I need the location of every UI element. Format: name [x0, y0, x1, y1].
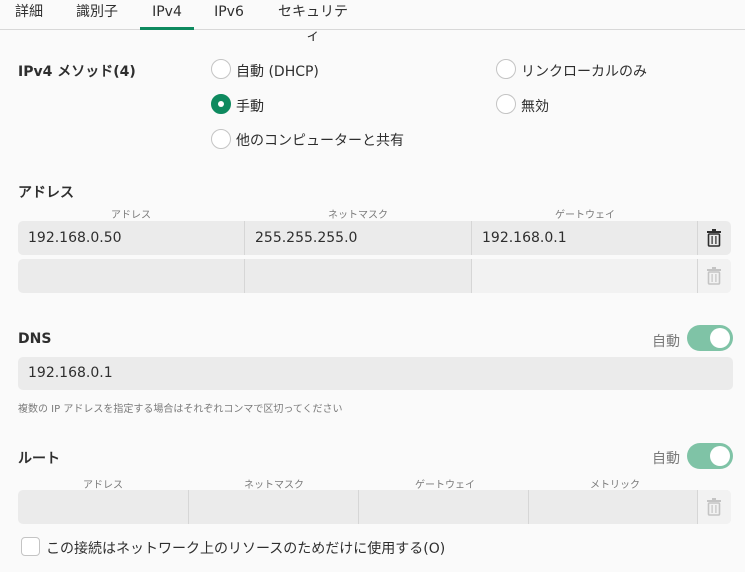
radio-shared-label: 他のコンピューターと共有 [236, 133, 404, 149]
route-netmask-input[interactable] [189, 490, 359, 524]
radio-disabled[interactable] [496, 94, 516, 114]
tab-ipv4[interactable]: IPv4 [140, 0, 194, 30]
address-row-empty [18, 259, 731, 293]
radio-manual-label: 手動 [236, 99, 264, 115]
tab-security[interactable]: セキュリティ [274, 0, 352, 44]
address-col-gateway: ゲートウェイ [555, 210, 615, 221]
radio-dhcp-label: 自動 (DHCP) [236, 64, 319, 80]
only-local-checkbox[interactable] [21, 537, 40, 556]
radio-manual[interactable] [211, 94, 231, 114]
route-col-address: アドレス [83, 480, 123, 491]
address-col-netmask: ネットマスク [328, 210, 388, 221]
radio-link-local-label: リンクローカルのみ [521, 64, 647, 80]
radio-shared[interactable] [211, 129, 231, 149]
routes-auto-label: 自動 [652, 451, 680, 467]
route-gateway-input[interactable] [359, 490, 529, 524]
dns-input[interactable]: 192.168.0.1 [18, 357, 733, 390]
ipv4-method-title: IPv4 メソッド(4) [18, 64, 136, 80]
radio-disabled-label: 無効 [521, 99, 549, 115]
gateway-input-empty[interactable] [472, 259, 698, 293]
only-local-label: この接続はネットワーク上のリソースのためだけに使用する(O) [46, 541, 446, 557]
dns-auto-switch[interactable] [687, 325, 733, 351]
radio-link-local[interactable] [496, 59, 516, 79]
trash-icon[interactable] [706, 229, 722, 247]
address-input-empty[interactable] [18, 259, 245, 293]
netmask-input-empty[interactable] [245, 259, 472, 293]
netmask-input[interactable]: 255.255.255.0 [245, 221, 472, 255]
trash-icon [707, 267, 721, 285]
route-address-input[interactable] [18, 490, 189, 524]
route-col-netmask: ネットマスク [244, 480, 304, 491]
routes-auto-switch[interactable] [687, 443, 733, 469]
address-title: アドレス [18, 185, 74, 201]
route-metric-input[interactable] [529, 490, 698, 524]
dns-auto-label: 自動 [652, 334, 680, 350]
tab-identity[interactable]: 識別子 [72, 0, 122, 30]
address-col-address: アドレス [111, 210, 151, 221]
dns-title: DNS [18, 331, 52, 347]
route-col-metric: メトリック [590, 480, 640, 491]
gateway-input[interactable]: 192.168.0.1 [472, 221, 698, 255]
address-input[interactable]: 192.168.0.50 [18, 221, 245, 255]
routes-title: ルート [18, 451, 60, 467]
route-row [18, 490, 731, 524]
tab-details[interactable]: 詳細 [12, 0, 46, 30]
tab-bar: 詳細 識別子 IPv4 IPv6 セキュリティ [0, 0, 745, 44]
trash-icon [707, 498, 721, 516]
address-row: 192.168.0.50 255.255.255.0 192.168.0.1 [18, 221, 731, 255]
dns-hint: 複数の IP アドレスを指定する場合はそれぞれコンマで区切ってください [18, 404, 343, 415]
route-col-gateway: ゲートウェイ [415, 480, 475, 491]
tab-ipv6[interactable]: IPv6 [211, 0, 247, 30]
radio-dhcp[interactable] [211, 59, 231, 79]
